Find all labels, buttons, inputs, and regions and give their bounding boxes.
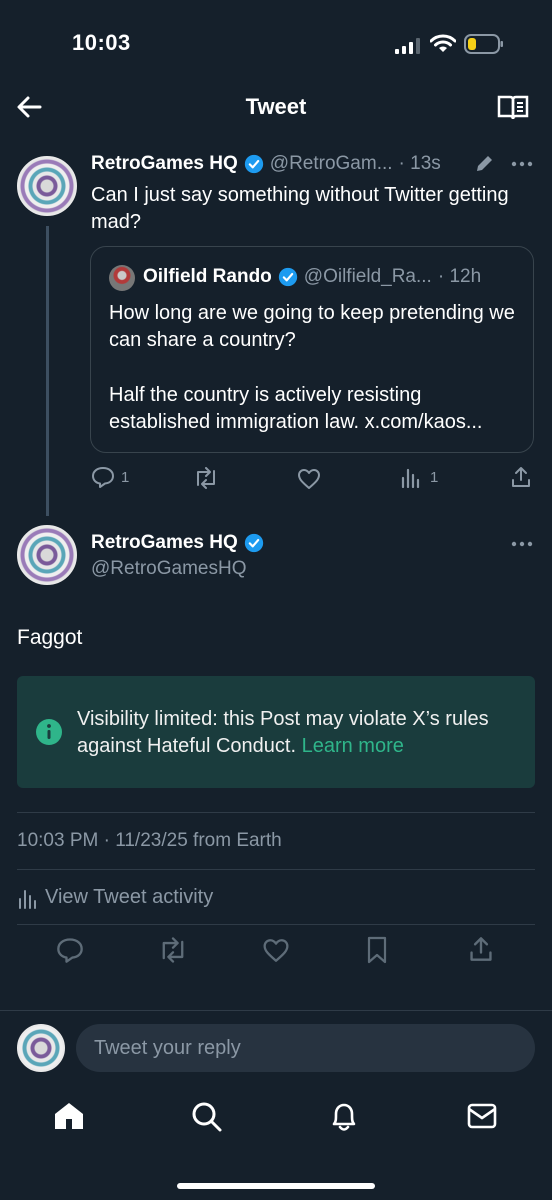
tweet-text: Faggot xyxy=(17,626,83,649)
bookmark-icon[interactable] xyxy=(366,936,388,964)
main-tweet-header: RetroGames HQ xyxy=(91,532,264,554)
like-icon[interactable] xyxy=(262,938,290,963)
home-indicator[interactable] xyxy=(177,1183,375,1189)
quote-paragraph: How long are we going to keep pretending… xyxy=(109,302,515,351)
retweet-icon[interactable] xyxy=(193,467,219,489)
activity-label: View Tweet activity xyxy=(45,886,214,908)
visibility-notice: Visibility limited: this Post may violat… xyxy=(17,676,535,788)
tweet-time: · 13s xyxy=(398,153,441,174)
author-handle[interactable]: @RetroGam... xyxy=(270,153,393,175)
like-icon[interactable] xyxy=(297,468,321,490)
views-count: 1 xyxy=(430,468,439,486)
page-title: Tweet xyxy=(245,94,307,119)
divider xyxy=(17,869,535,870)
search-icon[interactable] xyxy=(191,1101,223,1133)
reply-input[interactable]: Tweet your reply xyxy=(76,1024,535,1072)
avatar xyxy=(17,1024,65,1072)
parent-tweet-header: RetroGames HQ @RetroGam... · 13s xyxy=(91,153,441,175)
verified-badge-icon xyxy=(244,533,264,553)
reply-icon xyxy=(91,466,115,488)
info-icon xyxy=(35,718,63,746)
divider xyxy=(17,812,535,813)
divider xyxy=(0,1010,552,1011)
reply-icon[interactable] xyxy=(56,937,84,963)
signal-icon xyxy=(395,38,423,54)
author-name[interactable]: RetroGames HQ xyxy=(91,532,238,554)
messages-icon[interactable] xyxy=(467,1103,497,1129)
quote-author-handle: @Oilfield_Ra... xyxy=(303,266,432,287)
author-handle[interactable]: @RetroGamesHQ xyxy=(91,558,247,580)
divider xyxy=(17,924,535,925)
notice-text: Visibility limited: this Post may violat… xyxy=(77,708,489,757)
views-icon xyxy=(17,887,37,909)
retweet-icon[interactable] xyxy=(158,937,188,963)
view-activity-link[interactable]: View Tweet activity xyxy=(17,886,213,909)
author-name[interactable]: RetroGames HQ xyxy=(91,153,238,175)
status-time: 10:03 xyxy=(72,30,131,55)
edit-icon xyxy=(474,154,494,174)
quote-header: Oilfield Rando @Oilfield_Ra... · 12h xyxy=(143,266,481,288)
quote-time: · 12h xyxy=(437,266,482,287)
reply-count: 1 xyxy=(121,468,130,486)
tweet-text: Can I just say something without Twitter… xyxy=(91,184,509,233)
quote-author-name: Oilfield Rando xyxy=(143,266,272,287)
more-icon[interactable] xyxy=(510,160,534,168)
avatar[interactable] xyxy=(17,525,77,585)
reply-button[interactable]: 1 xyxy=(91,466,129,488)
tweet-meta: 10:03 PM · 11/23/25 from Earth xyxy=(17,830,282,851)
notice-message: Visibility limited: this Post may violat… xyxy=(77,706,517,760)
home-icon[interactable] xyxy=(53,1101,85,1131)
quote-avatar xyxy=(109,265,135,291)
battery-icon xyxy=(464,34,504,54)
views-icon xyxy=(400,466,422,488)
verified-badge-icon xyxy=(278,267,298,287)
thread-line xyxy=(46,226,49,516)
reader-icon[interactable] xyxy=(497,95,529,121)
wifi-icon xyxy=(430,34,456,54)
learn-more-link[interactable]: Learn more xyxy=(302,735,404,757)
quote-paragraph: Half the country is actively resisting e… xyxy=(109,384,483,433)
more-icon[interactable] xyxy=(510,540,534,548)
views-button[interactable]: 1 xyxy=(400,466,438,488)
verified-badge-icon xyxy=(244,154,264,174)
share-icon[interactable] xyxy=(510,466,532,488)
share-icon[interactable] xyxy=(468,936,494,962)
notifications-icon[interactable] xyxy=(329,1101,359,1133)
avatar[interactable] xyxy=(17,156,77,216)
